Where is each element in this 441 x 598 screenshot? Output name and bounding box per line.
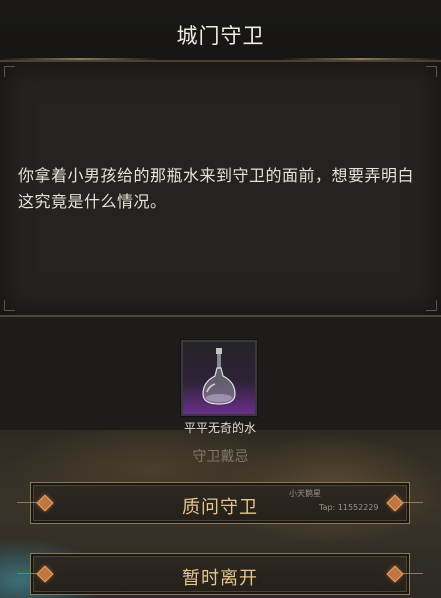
dialog-title: 城门守卫 <box>176 24 265 48</box>
choice-label: 暂时离开 <box>182 568 258 589</box>
panel-corner <box>4 66 15 77</box>
water-bottle-icon <box>202 348 236 405</box>
watermark-tap-id: Tap: 11552229 <box>319 503 379 512</box>
story-panel: 你拿着小男孩给的那瓶水来到守卫的面前，想要弄明白这究竟是什么情况。 <box>0 62 441 317</box>
title-ornament-right <box>281 58 441 60</box>
watermark-name: 小天鹅星 <box>289 489 321 498</box>
panel-corner <box>4 300 15 311</box>
choice-button-leave[interactable]: 暂时离开 <box>17 553 423 595</box>
choice-button-question-guard[interactable]: 质问守卫 小天鹅星 Tap: 11552229 <box>17 482 423 524</box>
item-name: 平平无奇的水 <box>183 421 256 435</box>
item-slot[interactable] <box>181 340 257 416</box>
panel-corner <box>426 300 437 311</box>
story-text: 你拿着小男孩给的那瓶水来到守卫的面前，想要弄明白这究竟是什么情况。 <box>18 166 415 211</box>
title-ornament-left <box>0 58 160 60</box>
panel-corner <box>426 66 437 77</box>
dialog-title-bar: 城门守卫 <box>0 0 441 62</box>
scene-caption: 守卫戴忌 <box>192 449 249 465</box>
